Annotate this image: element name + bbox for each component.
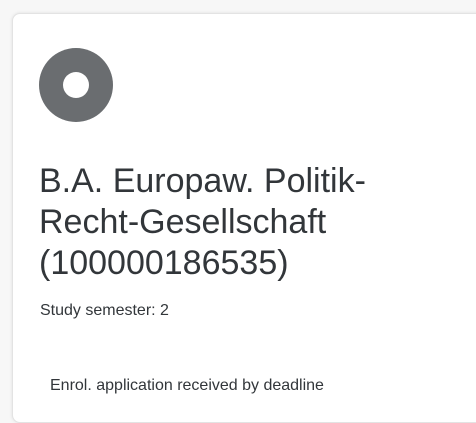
program-title-line-1: B.A. Europaw. Politik- <box>39 162 366 200</box>
enrolment-status-text: Enrol. application received by deadline <box>50 377 324 394</box>
study-semester-label: Study semester: 2 <box>40 302 169 319</box>
status-circle-icon <box>39 48 113 122</box>
program-title-line-2: Recht-Gesellschaft <box>39 203 327 241</box>
program-title: B.A. Europaw. Politik- Recht-Gesellschaf… <box>39 161 459 284</box>
status-circle-icon-center <box>63 72 89 98</box>
program-title-line-3: (100000186535) <box>39 244 289 282</box>
study-program-card[interactable]: B.A. Europaw. Politik- Recht-Gesellschaf… <box>12 13 476 423</box>
